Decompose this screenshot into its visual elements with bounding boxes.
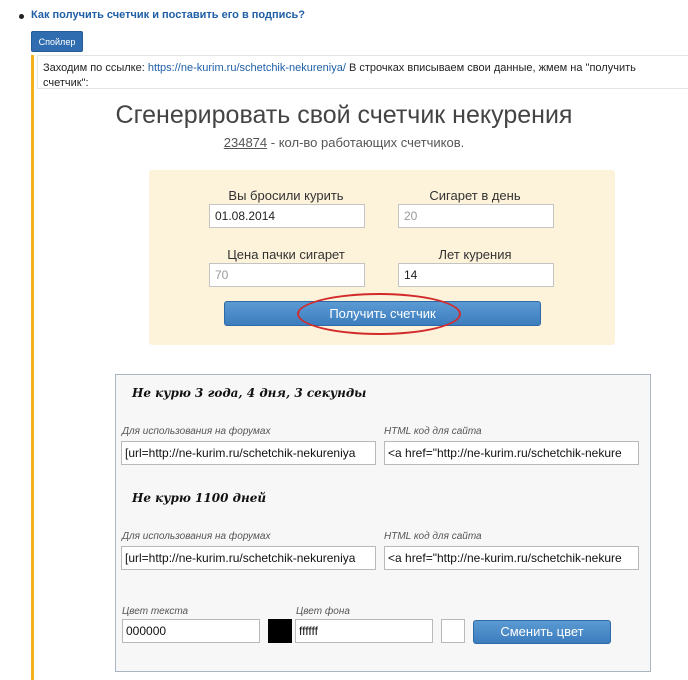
counter-page-link[interactable]: https://ne-kurim.ru/schetchik-nekureniya… [148,62,346,74]
forum-code-label-2: Для использования на форумах [122,531,271,542]
quit-date-label: Вы бросили курить [228,188,344,203]
text-color-swatch[interactable] [268,619,292,643]
get-counter-button[interactable]: Получить счетчик [224,301,541,326]
bg-color-input[interactable] [295,619,433,643]
per-day-label: Сигарет в день [429,188,521,203]
counter-banner-2: Не курю 1100 дней [132,491,267,505]
page-title: Сгенерировать свой счетчик некурения [115,101,573,129]
forum-code-input-2[interactable] [121,546,376,570]
quit-date-input[interactable] [209,204,365,228]
bg-color-swatch[interactable] [441,619,465,643]
intro-text: Заходим по ссылке: https://ne-kurim.ru/s… [43,61,673,91]
forum-code-input-1[interactable] [121,441,376,465]
spoiler-button[interactable]: Спойлер [31,31,83,52]
cigarettes-per-day-input[interactable] [398,204,554,228]
counter-count: 234874 [223,135,268,150]
counter-stats: 234874 - кол-во работающих счетчиков. [0,135,688,150]
list-bullet [19,14,24,19]
intro-text-before: Заходим по ссылке: [43,62,148,74]
pack-price-label: Цена пачки сигарет [227,247,345,262]
years-smoking-input[interactable] [398,263,554,287]
html-code-input-2[interactable] [384,546,639,570]
pack-price-input[interactable] [209,263,365,287]
html-code-label-1: HTML код для сайта [384,426,482,437]
years-label: Лет курения [438,247,512,262]
how-to-get-counter-link[interactable]: Как получить счетчик и поставить его в п… [31,9,305,21]
counter-stats-suffix: - кол-во работающих счетчиков. [267,135,465,150]
text-color-label: Цвет текста [122,606,189,617]
html-code-input-1[interactable] [384,441,639,465]
bg-color-label: Цвет фона [296,606,350,617]
text-color-input[interactable] [122,619,260,643]
counter-banner-1: Не курю 3 года, 4 дня, 3 секунды [132,386,367,400]
change-color-button[interactable]: Сменить цвет [473,620,611,644]
forum-code-label-1: Для использования на форумах [122,426,271,437]
html-code-label-2: HTML код для сайта [384,531,482,542]
